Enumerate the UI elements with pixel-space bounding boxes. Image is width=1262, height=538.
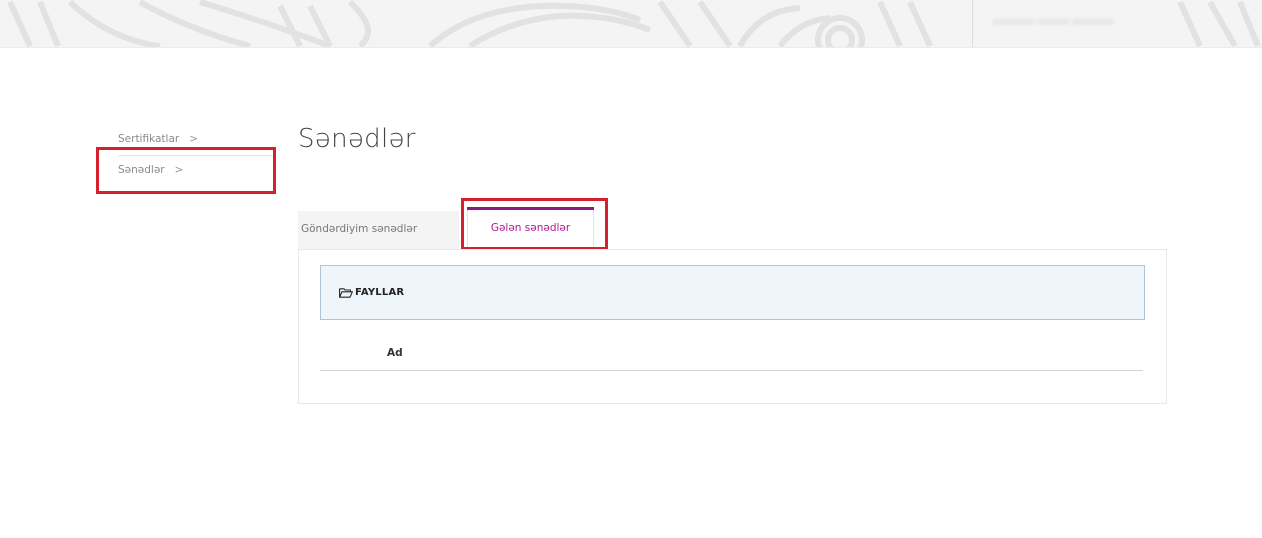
tab-sent-documents[interactable]: Göndərdiyim sənədlər <box>298 211 459 250</box>
sidebar-item-certificates[interactable]: Sertifikatlar > <box>118 133 198 145</box>
column-header-name[interactable]: Ad <box>387 347 403 359</box>
page-title: Sənədlər <box>298 124 416 154</box>
table-header-divider <box>320 370 1143 371</box>
top-header-banner: •••••••• •••••• •••••••• <box>0 0 1262 48</box>
sidebar-item-label[interactable]: Sertifikatlar <box>118 133 179 145</box>
folder-open-icon <box>339 288 353 298</box>
user-account-area[interactable]: •••••••• •••••• •••••••• <box>972 0 1262 47</box>
annotation-highlight-box <box>96 147 276 194</box>
files-header-label: FAYLLAR <box>355 287 405 298</box>
chevron-right-icon: > <box>189 133 199 145</box>
annotation-highlight-box <box>461 198 608 250</box>
files-section-header <box>320 265 1145 320</box>
user-name-blurred[interactable]: •••••••• •••••• •••••••• <box>993 15 1141 31</box>
